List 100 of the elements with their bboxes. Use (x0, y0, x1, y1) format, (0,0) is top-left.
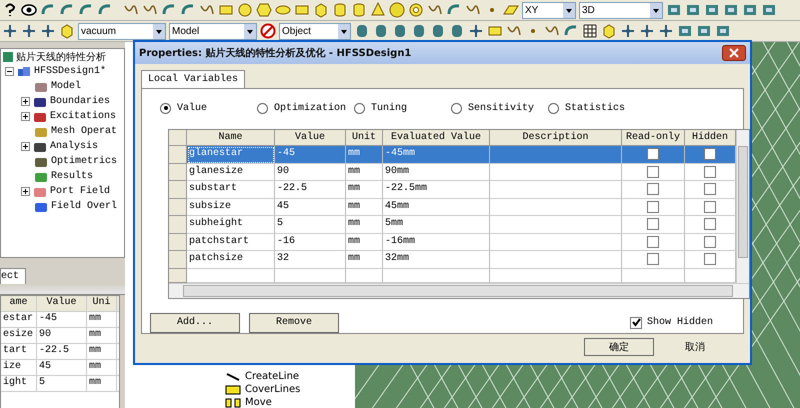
plane-dropdown[interactable]: XY (522, 2, 576, 18)
cone-icon[interactable] (370, 2, 386, 18)
window-icon[interactable] (677, 23, 693, 39)
add-button[interactable]: Add... (150, 312, 240, 332)
read-only-checkbox[interactable] (647, 183, 659, 196)
window-icon[interactable] (696, 23, 712, 39)
expand-icon[interactable] (21, 97, 30, 106)
hexagon-icon[interactable] (256, 2, 272, 18)
window-icon[interactable] (685, 2, 701, 18)
rounded-block-icon[interactable] (373, 23, 389, 39)
view-dropdown[interactable]: 3D (579, 2, 663, 18)
tree-item[interactable]: Excitations (1, 109, 124, 124)
row-header[interactable] (169, 198, 187, 216)
tree-item[interactable]: Boundaries (1, 94, 124, 109)
read-only-checkbox[interactable] (647, 253, 659, 266)
rounded-block-icon[interactable] (430, 23, 446, 39)
column-header[interactable]: Uni (87, 296, 117, 311)
show-hidden-checkbox[interactable]: Show Hidden (630, 316, 714, 328)
ok-button[interactable]: 确定 (584, 338, 654, 356)
row-header[interactable] (169, 164, 187, 181)
mode-radio[interactable]: Sensitivity (451, 102, 548, 114)
table-row[interactable]: patchstart -16 mm -16mm (169, 234, 736, 251)
tree-item[interactable]: Results (1, 169, 124, 184)
tree-item[interactable]: Port Field (1, 184, 124, 199)
window-icon[interactable] (723, 2, 739, 18)
read-only-checkbox[interactable] (647, 166, 659, 178)
table-cell: mm (87, 312, 117, 327)
read-only-checkbox[interactable] (647, 218, 659, 230)
tree-item[interactable]: Field Overl (1, 199, 124, 214)
column-header[interactable]: ame (1, 296, 37, 311)
selection-dropdown[interactable]: Object (279, 22, 351, 40)
hidden-checkbox[interactable] (704, 253, 716, 266)
rounded-block-icon[interactable] (449, 23, 465, 39)
grid-icon[interactable] (582, 23, 598, 39)
hidden-checkbox[interactable] (704, 183, 716, 196)
mode-radio[interactable]: Value (160, 102, 257, 114)
tree-item[interactable]: 贴片天线的特性分析 (1, 49, 124, 64)
tree-item[interactable]: Move (225, 396, 355, 408)
rounded-block-icon[interactable] (354, 23, 370, 39)
column-header[interactable]: Value (37, 296, 87, 311)
horizontal-scrollbar[interactable] (169, 282, 749, 298)
collapse-icon[interactable] (5, 67, 14, 76)
circle-icon[interactable] (237, 2, 253, 18)
hidden-checkbox[interactable] (704, 218, 716, 230)
hidden-checkbox[interactable] (704, 236, 716, 248)
hidden-checkbox[interactable] (704, 166, 716, 178)
row-header[interactable] (169, 181, 187, 198)
rounded-block-icon[interactable] (392, 23, 408, 39)
tree-item[interactable]: Analysis (1, 139, 124, 154)
hidden-checkbox[interactable] (704, 200, 716, 213)
tree-item[interactable]: Model (1, 79, 124, 94)
window-icon[interactable] (704, 2, 720, 18)
remove-button[interactable]: Remove (249, 312, 339, 332)
mode-radio[interactable]: Tuning (354, 102, 451, 114)
mode-dropdown[interactable]: Model (169, 22, 257, 40)
close-button[interactable] (722, 45, 746, 61)
stop-icon[interactable] (260, 23, 276, 39)
row-header[interactable] (169, 146, 187, 164)
read-only-checkbox[interactable] (647, 200, 659, 213)
row-header[interactable] (169, 216, 187, 234)
window-icon[interactable] (742, 2, 758, 18)
material-dropdown[interactable]: vacuum (78, 22, 166, 40)
tree-item[interactable]: CreateLine (225, 370, 355, 383)
close-icon (729, 48, 739, 58)
sphere-icon[interactable] (389, 2, 405, 18)
expand-icon[interactable] (21, 142, 30, 151)
row-header[interactable] (169, 268, 187, 282)
window-icon[interactable] (715, 23, 731, 39)
expand-icon[interactable] (21, 187, 30, 196)
mode-radio[interactable]: Statistics (548, 102, 645, 114)
mode-radio[interactable]: Optimization (257, 102, 354, 114)
window-icon[interactable] (666, 2, 682, 18)
tree-item[interactable]: HFSSDesign1* (1, 64, 124, 79)
tree-item[interactable]: CoverLines (225, 383, 355, 396)
table-row[interactable]: subheight 5 mm 5mm (169, 216, 736, 234)
optimetrics-icon (34, 156, 48, 168)
window-icon[interactable] (761, 2, 777, 18)
table-row[interactable]: glanestar -45 mm -45mm (169, 146, 736, 164)
dialog-tab[interactable]: Local Variables (141, 70, 246, 88)
tree-item[interactable]: Optimetrics (1, 154, 124, 169)
cancel-button[interactable]: 取消 (660, 338, 730, 356)
read-only-checkbox[interactable] (647, 148, 659, 160)
project-tab[interactable]: ect (0, 268, 26, 284)
table-row[interactable]: patchsize 32 mm 32mm (169, 251, 736, 268)
eye-icon[interactable] (21, 2, 37, 18)
read-only-checkbox[interactable] (647, 236, 659, 248)
rounded-block-icon[interactable] (411, 23, 427, 39)
table-row[interactable]: substart -22.5 mm -22.5mm (169, 181, 736, 198)
table-row[interactable]: subsize 45 mm 45mm (169, 198, 736, 216)
hidden-checkbox[interactable] (704, 148, 716, 160)
table-row[interactable]: glanesize 90 mm 90mm (169, 164, 736, 181)
tree-item[interactable]: Mesh Operat (1, 124, 124, 139)
cylinder-icon[interactable] (332, 2, 348, 18)
row-header[interactable] (169, 251, 187, 268)
table-cell: esize (1, 328, 37, 343)
torus-icon[interactable] (408, 2, 424, 18)
vertical-scrollbar[interactable] (736, 130, 749, 282)
expand-icon[interactable] (21, 112, 30, 121)
row-header[interactable] (169, 234, 187, 251)
cylinder-icon[interactable] (351, 2, 367, 18)
